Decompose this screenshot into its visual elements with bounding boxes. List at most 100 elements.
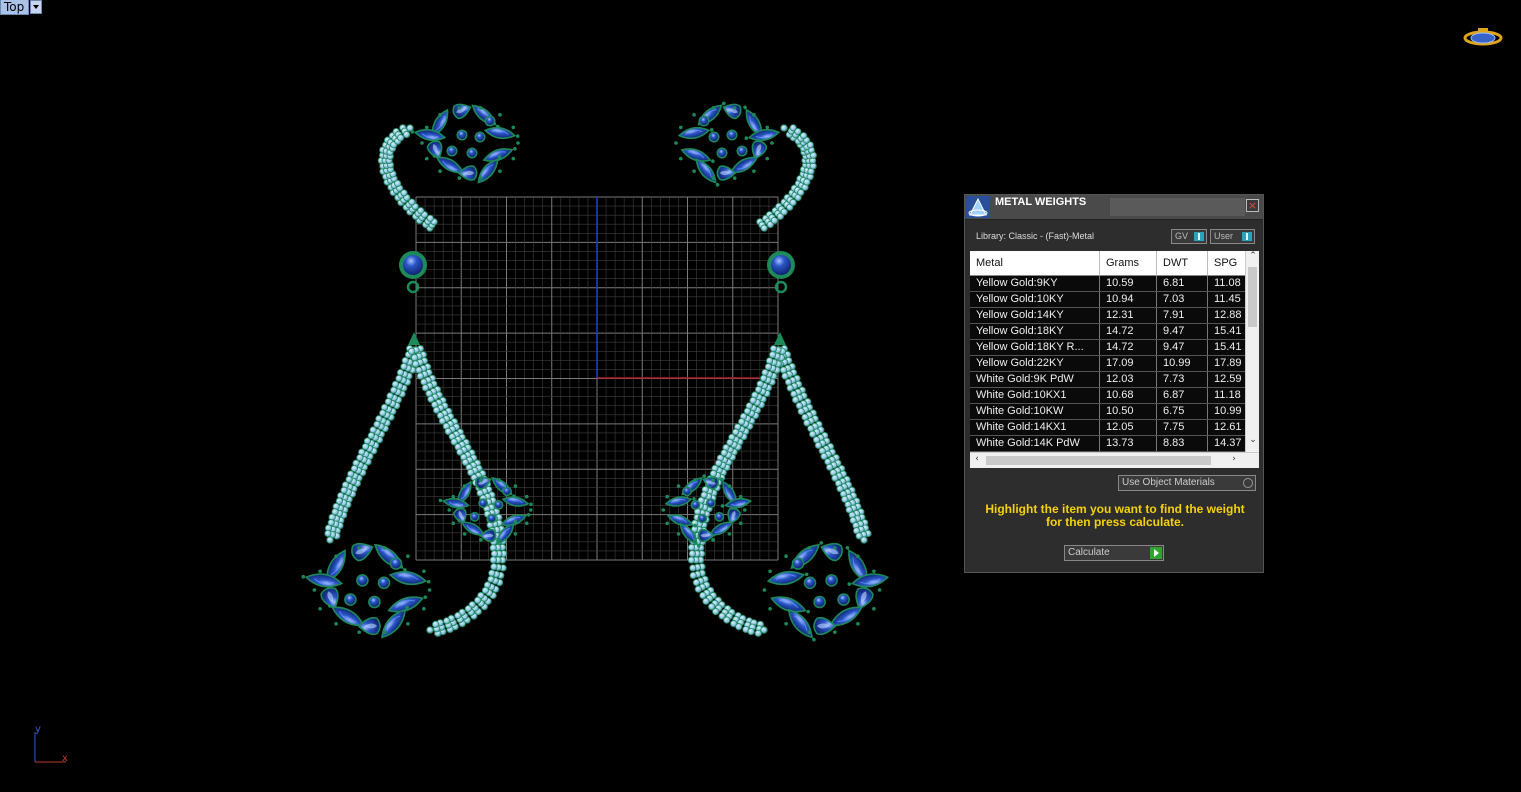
diamond-bead — [735, 623, 743, 631]
horizontal-scroll-thumb[interactable] — [986, 456, 1211, 465]
diamond-bead — [379, 409, 387, 417]
diamond-bead — [401, 356, 409, 365]
table-row[interactable]: White Gold:14K PdW 13.73 8.83 14.37 — [970, 436, 1245, 452]
sapphire-stone — [387, 595, 428, 613]
viewport-scene[interactable] — [0, 0, 1521, 792]
table-cell: 10.99 — [1157, 356, 1208, 371]
round-stone — [738, 147, 746, 155]
prong — [529, 508, 533, 512]
table-row[interactable]: White Gold:10KX1 10.68 6.87 11.18 — [970, 388, 1245, 404]
prong — [693, 478, 697, 482]
diamond-bead — [490, 550, 499, 558]
prong — [872, 606, 876, 611]
prong — [743, 508, 747, 512]
table-row[interactable]: Yellow Gold:22KY 17.09 10.99 17.89 — [970, 356, 1245, 372]
sapphire-stone — [720, 497, 752, 509]
navigation-widget-icon[interactable] — [1462, 27, 1504, 49]
prong — [877, 588, 882, 592]
prong — [511, 156, 516, 161]
table-cell: White Gold:9K PdW — [970, 372, 1100, 387]
diamond-bead — [760, 374, 768, 382]
diamond-bead — [723, 616, 731, 624]
prong — [807, 546, 811, 550]
table-cell: 6.75 — [1157, 404, 1208, 419]
table-row[interactable]: White Gold:9K PdW 12.03 7.73 12.59 — [970, 372, 1245, 388]
calculate-button[interactable]: Calculate — [1064, 545, 1164, 561]
prong — [872, 569, 876, 574]
prong — [479, 478, 483, 482]
round-stone — [838, 594, 849, 605]
scroll-left-icon[interactable]: ‹ — [970, 454, 984, 464]
prong — [422, 569, 426, 574]
scroll-up-icon[interactable]: ⌃ — [1246, 251, 1260, 261]
table-cell: 6.87 — [1157, 388, 1208, 403]
table-row[interactable]: Yellow Gold:9KY 10.59 6.81 11.08 — [970, 276, 1245, 292]
prong — [676, 532, 681, 536]
diamond-bead — [400, 362, 408, 371]
round-stone — [715, 513, 723, 521]
prong — [693, 538, 697, 542]
table-row[interactable]: Yellow Gold:18KY 14.72 9.47 15.41 — [970, 324, 1245, 340]
round-stone — [700, 117, 708, 125]
table-row[interactable]: Yellow Gold:18KY R... 14.72 9.47 15.41 — [970, 340, 1245, 356]
diamond-bead — [689, 564, 697, 572]
pear-stone — [357, 616, 381, 636]
column-header-grams[interactable]: Grams — [1100, 251, 1157, 275]
prong — [665, 494, 670, 499]
table-cell: 17.89 — [1214, 357, 1242, 369]
table-cell: White Gold:10KW — [970, 404, 1100, 419]
scroll-right-icon[interactable]: › — [1227, 454, 1241, 464]
table-cell: 9.47 — [1157, 324, 1208, 339]
metal-table[interactable]: Metal Grams DWT SPG Yellow Gold:9KY 10.59… — [970, 251, 1259, 468]
diamond-bead — [489, 544, 497, 552]
prong — [427, 588, 432, 592]
prong — [498, 113, 502, 117]
prong — [497, 538, 501, 542]
round-stone — [707, 499, 715, 507]
toggle-icon — [1194, 232, 1204, 241]
diamond-bead — [373, 420, 381, 428]
calculate-go-icon — [1150, 547, 1162, 559]
table-row[interactable]: White Gold:14KX1 12.05 7.75 12.61 — [970, 420, 1245, 436]
diamond-bead — [390, 386, 398, 394]
panel-titlebar[interactable]: METAL WEIGHTS × — [965, 195, 1263, 220]
diamond-bead — [780, 208, 788, 216]
diamond-bead — [814, 441, 823, 449]
user-toggle[interactable]: User — [1210, 229, 1255, 244]
prong — [676, 484, 681, 488]
vertical-scrollbar[interactable]: ⌃ ⌄ — [1245, 251, 1259, 452]
pear-stone — [716, 165, 737, 181]
round-stone — [369, 597, 380, 607]
close-icon[interactable]: × — [1246, 199, 1259, 212]
use-object-materials-button[interactable]: Use Object Materials — [1118, 475, 1256, 491]
horizontal-scrollbar[interactable]: ‹ › — [970, 452, 1259, 468]
column-header-spg[interactable]: SPG — [1208, 251, 1245, 275]
diamond-bead — [481, 586, 490, 595]
round-stone — [683, 487, 691, 495]
prong — [784, 554, 788, 559]
prong — [833, 546, 837, 550]
prong — [383, 630, 387, 634]
vertical-scroll-thumb[interactable] — [1248, 267, 1257, 327]
table-row[interactable]: Yellow Gold:10KY 10.94 7.03 11.45 — [970, 292, 1245, 308]
column-header-metal[interactable]: Metal — [970, 251, 1100, 275]
diamond-bead — [396, 368, 405, 377]
prong — [451, 494, 456, 499]
prong — [856, 621, 860, 626]
scroll-down-icon[interactable]: ⌄ — [1246, 435, 1260, 445]
round-stone — [495, 501, 502, 509]
prong — [424, 125, 429, 130]
gv-toggle[interactable]: GV — [1171, 229, 1207, 244]
table-row[interactable]: Yellow Gold:14KY 12.31 7.91 12.88 — [970, 308, 1245, 324]
column-header-dwt[interactable]: DWT — [1157, 251, 1208, 275]
table-cell: 11.45 — [1214, 293, 1241, 305]
table-row[interactable]: White Gold:10KW 10.50 6.75 10.99 — [970, 404, 1245, 420]
prong — [784, 621, 788, 626]
sapphire-stone — [847, 573, 890, 588]
earring-model[interactable] — [301, 98, 890, 644]
diamond-bead — [412, 360, 420, 368]
diamond-bead — [688, 550, 696, 558]
pear-stone — [813, 616, 837, 636]
diamond-bead — [443, 617, 451, 625]
diamond-bead — [361, 443, 370, 451]
